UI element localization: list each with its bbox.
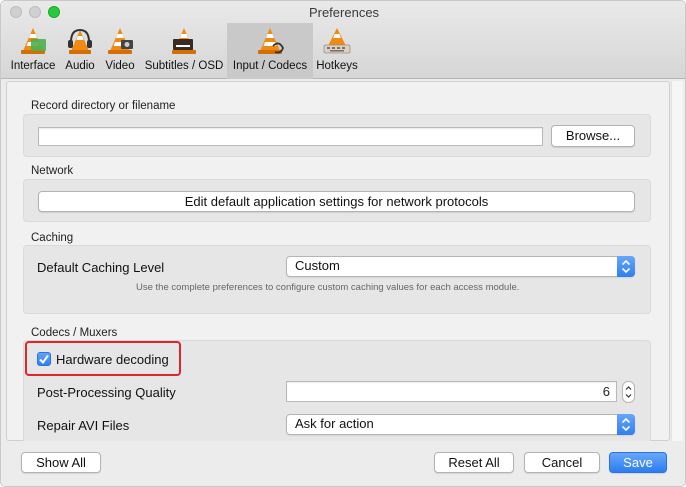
stepper-arrows-icon (625, 386, 632, 398)
tab-label: Subtitles / OSD (144, 60, 224, 72)
section-title-record: Record directory or filename (31, 100, 176, 112)
section-title-codecs: Codecs / Muxers (31, 327, 118, 339)
tab-audio[interactable]: Audio (61, 23, 99, 79)
show-all-button[interactable]: Show All (21, 452, 101, 473)
hotkeys-cone-icon (323, 28, 351, 54)
edit-network-settings-button[interactable]: Edit default application settings for ne… (38, 191, 635, 212)
post-processing-label: Post-Processing Quality (37, 385, 176, 400)
audio-cone-headphones-icon (68, 28, 92, 54)
caching-level-select[interactable]: Custom (286, 256, 635, 277)
tab-subtitles-osd[interactable]: Subtitles / OSD (141, 23, 227, 79)
toolbar: Preferences Interface Audio Video Subtit… (1, 1, 685, 79)
tab-label: Input / Codecs (232, 60, 308, 72)
select-arrows-icon (617, 256, 635, 277)
vertical-scrollbar[interactable] (671, 81, 683, 441)
tab-label: Audio (65, 60, 95, 72)
hardware-decoding-checkbox[interactable] (37, 352, 51, 366)
tab-input-codecs[interactable]: Input / Codecs (227, 23, 313, 79)
video-cone-icon (108, 28, 133, 54)
subtitles-cone-icon (172, 28, 196, 54)
caching-level-label: Default Caching Level (37, 260, 165, 275)
tab-hotkeys[interactable]: Hotkeys (313, 23, 361, 79)
caching-level-value: Custom (295, 258, 340, 273)
checkmark-icon (39, 354, 49, 365)
tab-label: Interface (10, 60, 56, 72)
section-title-caching: Caching (31, 232, 74, 244)
input-codecs-cone-icon (258, 28, 284, 54)
hardware-decoding-label: Hardware decoding (56, 352, 169, 367)
tab-label: Hotkeys (316, 60, 358, 72)
tab-interface[interactable]: Interface (5, 23, 61, 79)
tab-video[interactable]: Video (99, 23, 141, 79)
window-title: Preferences (308, 5, 380, 20)
record-path-input[interactable] (38, 127, 543, 146)
post-processing-stepper[interactable] (622, 381, 635, 403)
repair-avi-label: Repair AVI Files (37, 418, 130, 433)
save-button[interactable]: Save (609, 452, 667, 473)
post-processing-input[interactable]: 6 (286, 381, 617, 402)
browse-button[interactable]: Browse... (551, 125, 635, 147)
tab-label: Video (105, 60, 135, 72)
cancel-button[interactable]: Cancel (524, 452, 600, 473)
section-title-network: Network (31, 165, 74, 177)
caching-hint: Use the complete preferences to configur… (136, 282, 520, 293)
preferences-window: Preferences Interface Audio Video Subtit… (0, 0, 686, 487)
reset-all-button[interactable]: Reset All (434, 452, 514, 473)
repair-avi-value: Ask for action (295, 416, 374, 431)
repair-avi-select[interactable]: Ask for action (286, 414, 635, 435)
interface-cone-icon (21, 28, 46, 54)
select-arrows-icon (617, 414, 635, 435)
